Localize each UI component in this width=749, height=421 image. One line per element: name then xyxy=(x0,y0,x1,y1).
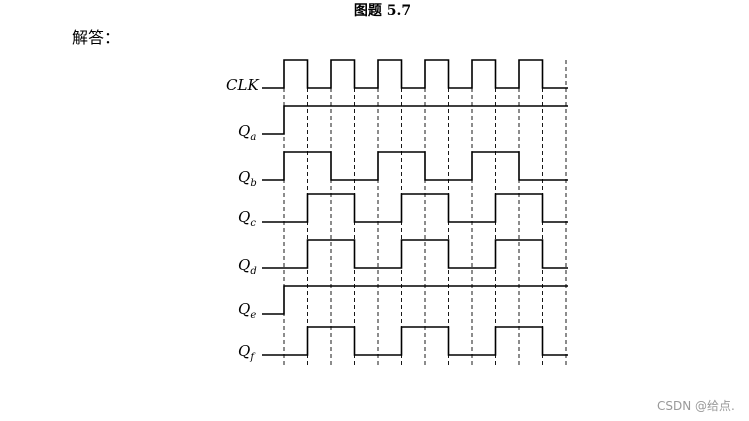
waveform-qd xyxy=(262,239,568,269)
timing-diagram: CLK Qa Qb Qc Qd Qe Qf xyxy=(226,59,568,368)
signal-label-qe: Qe xyxy=(238,300,256,321)
signal-label-clk: CLK xyxy=(226,76,259,94)
signal-label-qc: Qc xyxy=(238,208,256,229)
waveform-qf xyxy=(262,326,568,356)
signal-label-qa: Qa xyxy=(238,122,256,143)
watermark: CSDN @给点. xyxy=(657,399,735,413)
signal-label-qb: Qb xyxy=(238,168,257,189)
signal-label-qd: Qd xyxy=(238,256,257,277)
waveform-qc xyxy=(262,193,568,223)
waveform-clk xyxy=(262,59,568,89)
signal-label-qf: Qf xyxy=(238,342,256,363)
